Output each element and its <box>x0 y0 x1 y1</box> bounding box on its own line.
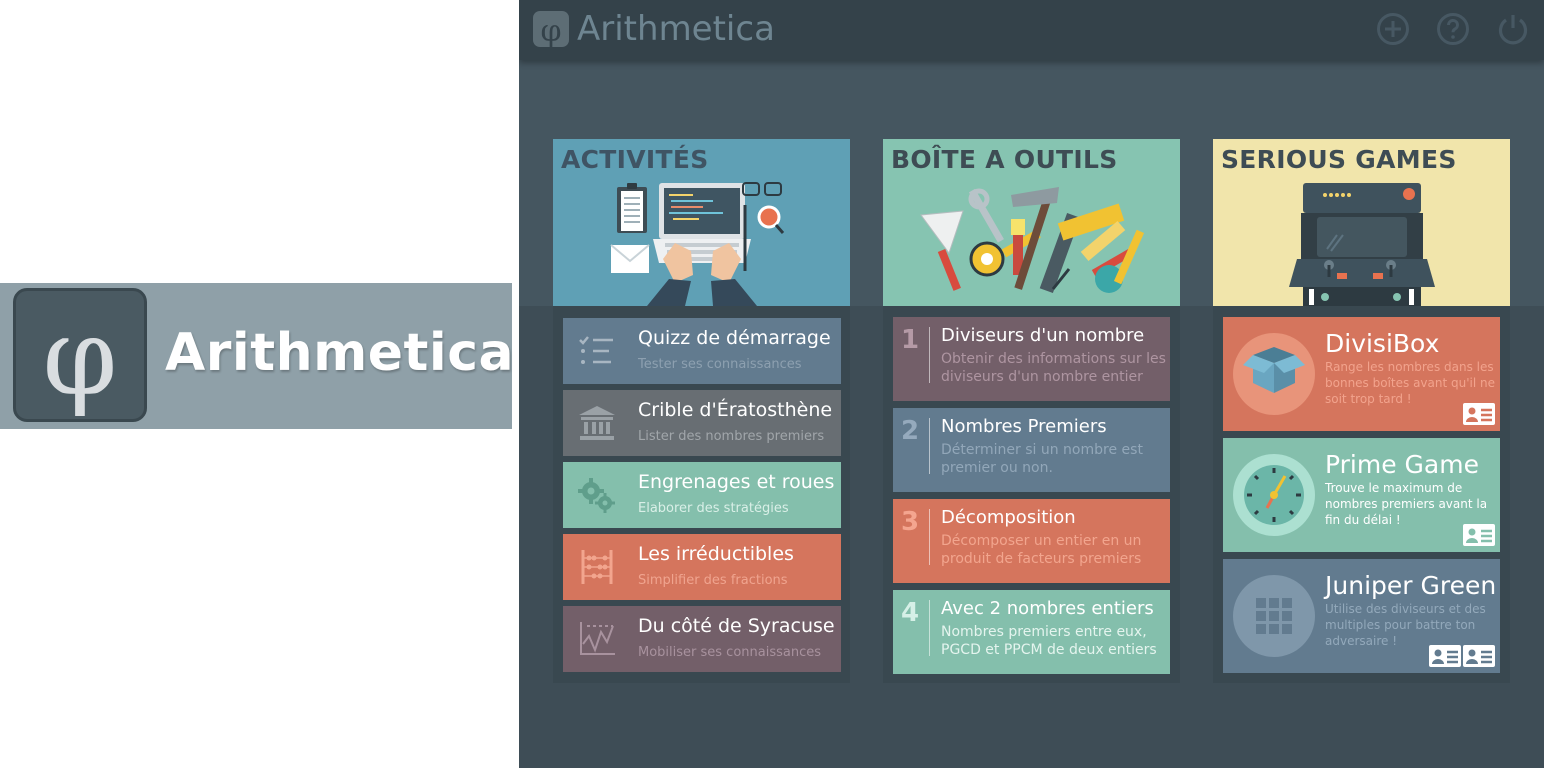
app-window: φ Arithmetica ACTIVITÉS Quizz de démarra… <box>519 0 1544 768</box>
tool-deux-entiers[interactable]: 4 Avec 2 nombres entiers Nombres premier… <box>893 590 1170 674</box>
grid-icon <box>1233 575 1315 657</box>
serious-games-panel: SERIOUS GAMES DivisiBox Range les nombre… <box>1213 139 1510 683</box>
activity-title: Les irréductibles <box>638 543 794 565</box>
box-icon <box>1233 333 1315 415</box>
power-icon <box>1498 15 1528 45</box>
activity-title: Engrenages et roues <box>638 471 835 493</box>
toolbox-panel: BOÎTE A OUTILS 1 Diviseurs d'un nombre O… <box>883 139 1180 683</box>
tool-title: Diviseurs d'un nombre <box>941 325 1145 346</box>
game-subtitle: Utilise des diviseurs et des multiples p… <box>1325 602 1486 648</box>
activity-subtitle: Mobiliser ses connaissances <box>638 645 822 660</box>
power-button[interactable] <box>1496 12 1530 46</box>
step-number: 3 <box>901 507 920 537</box>
tool-title: Avec 2 nombres entiers <box>941 598 1154 619</box>
divider <box>929 600 930 656</box>
single-player-badge-icon <box>1463 524 1495 546</box>
activity-title: Du côté de Syracuse <box>638 615 835 637</box>
activity-crible[interactable]: Crible d'Ératosthène Lister des nombres … <box>563 390 841 456</box>
toolbox-header: BOÎTE A OUTILS <box>883 139 1180 306</box>
divider <box>929 418 930 474</box>
activities-header: ACTIVITÉS <box>553 139 850 306</box>
game-title: Prime Game <box>1325 450 1479 479</box>
activity-title: Crible d'Ératosthène <box>638 399 833 421</box>
tool-subtitle: Décomposer un entier en un produit de fa… <box>941 533 1142 567</box>
phi-logo-icon: φ <box>13 288 147 422</box>
svg-text:φ: φ <box>540 14 561 47</box>
tool-diviseurs[interactable]: 1 Diviseurs d'un nombre Obtenir des info… <box>893 317 1170 401</box>
activity-quizz[interactable]: Quizz de démarrage Tester ses connaissan… <box>563 318 841 384</box>
tool-premiers[interactable]: 2 Nombres Premiers Déterminer si un nomb… <box>893 408 1170 492</box>
activities-panel: ACTIVITÉS Quizz de démarrage Tester ses … <box>553 139 850 683</box>
toolbox-title: BOÎTE A OUTILS <box>891 145 1118 174</box>
brand-name: Arithmetica <box>165 323 515 383</box>
activity-title: Quizz de démarrage <box>638 327 831 349</box>
two-player-badge-icon <box>1463 645 1495 667</box>
tool-title: Décomposition <box>941 507 1076 528</box>
phi-logo-icon: φ <box>533 11 569 49</box>
plus-circle-icon <box>1377 13 1409 45</box>
game-subtitle: Trouve le maximum de nombres premiers av… <box>1325 481 1488 527</box>
laptop-workspace-illustration <box>553 179 850 306</box>
game-subtitle: Range les nombres dans les bonnes boîtes… <box>1325 360 1495 406</box>
serious-games-title: SERIOUS GAMES <box>1221 145 1457 174</box>
tool-subtitle: Nombres premiers entre eux, PGCD et PPCM… <box>941 624 1157 658</box>
chart-icon <box>577 620 617 658</box>
game-divisibox[interactable]: DivisiBox Range les nombres dans les bon… <box>1223 317 1500 431</box>
clock-icon <box>1233 454 1315 536</box>
divider <box>929 509 930 565</box>
tool-title: Nombres Premiers <box>941 416 1107 437</box>
activity-subtitle: Lister des nombres premiers <box>638 429 825 444</box>
checklist-icon <box>577 332 617 370</box>
activity-irreductibles[interactable]: Les irréductibles Simplifier des fractio… <box>563 534 841 600</box>
svg-text:φ: φ <box>43 296 118 419</box>
game-title: Juniper Green <box>1325 571 1497 600</box>
question-circle-icon <box>1437 13 1469 45</box>
app-title: Arithmetica <box>577 9 775 49</box>
activity-subtitle: Tester ses connaissances <box>638 357 802 372</box>
game-juniper[interactable]: Juniper Green Utilise des diviseurs et d… <box>1223 559 1500 673</box>
tools-illustration <box>883 179 1180 306</box>
divider <box>929 327 930 383</box>
gears-icon <box>577 476 617 514</box>
activities-title: ACTIVITÉS <box>561 145 709 174</box>
temple-icon <box>577 404 617 442</box>
activity-subtitle: Elaborer des stratégies <box>638 501 789 516</box>
step-number: 4 <box>901 598 920 628</box>
single-player-badge-icon <box>1463 403 1495 425</box>
top-bar: φ Arithmetica <box>519 0 1544 60</box>
activity-syracuse[interactable]: Du côté de Syracuse Mobiliser ses connai… <box>563 606 841 672</box>
help-button[interactable] <box>1436 12 1470 46</box>
two-player-badge-icon <box>1429 645 1461 667</box>
activity-engrenages[interactable]: Engrenages et roues Elaborer des stratég… <box>563 462 841 528</box>
game-prime[interactable]: Prime Game Trouve le maximum de nombres … <box>1223 438 1500 552</box>
step-number: 2 <box>901 416 920 446</box>
tool-subtitle: Déterminer si un nombre est premier ou n… <box>941 442 1143 476</box>
brand-banner: φ Arithmetica <box>0 283 515 429</box>
step-number: 1 <box>901 325 920 355</box>
arcade-cabinet-illustration <box>1213 179 1510 306</box>
game-title: DivisiBox <box>1325 329 1440 358</box>
serious-games-header: SERIOUS GAMES <box>1213 139 1510 306</box>
add-button[interactable] <box>1376 12 1410 46</box>
tool-subtitle: Obtenir des informations sur les diviseu… <box>941 351 1166 385</box>
abacus-icon <box>577 548 617 586</box>
activity-subtitle: Simplifier des fractions <box>638 573 788 588</box>
tool-decomposition[interactable]: 3 Décomposition Décomposer un entier en … <box>893 499 1170 583</box>
